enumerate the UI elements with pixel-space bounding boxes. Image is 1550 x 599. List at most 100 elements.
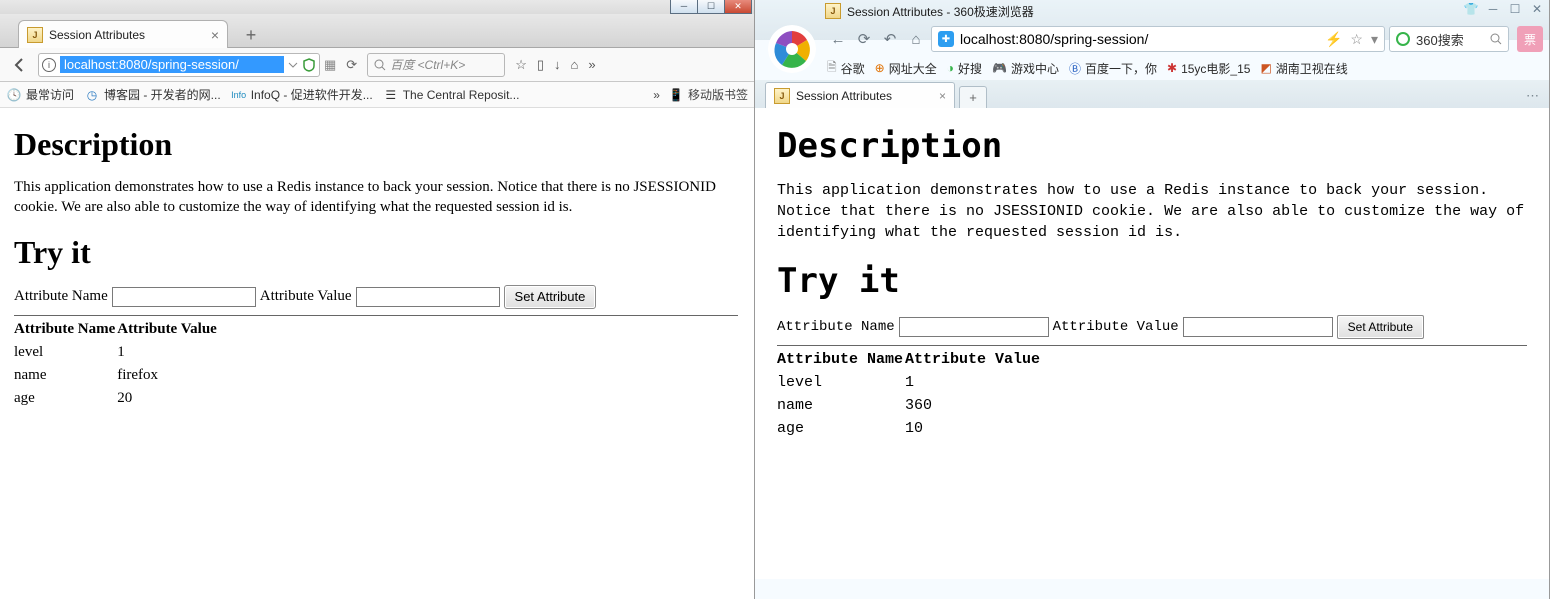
reload-button[interactable]: ⟳ [346,57,357,73]
search-placeholder: 百度 <Ctrl+K> [390,56,465,73]
skin-button[interactable]: 👕 [1463,2,1479,16]
reload-button[interactable]: ⟳ [853,28,875,50]
close-tab-icon[interactable]: × [939,89,946,103]
browser-tab[interactable]: J Session Attributes × [765,82,955,108]
home-button[interactable]: ⌂ [905,28,927,50]
bookmark-item[interactable]: ✱15yc电影_15 [1167,60,1250,77]
attribute-value-input[interactable] [1183,317,1333,337]
new-tab-button[interactable]: + [240,24,262,46]
firefox-toolbar: i localhost:8080/spring-session/ ▦ ⟳ 百度 … [0,48,754,82]
site-badge-icon: ✚ [938,31,954,47]
bookmark-label: 15yc电影_15 [1181,60,1250,77]
bookmark-item[interactable]: 🕓最常访问 [6,86,74,103]
col-name-header: Attribute Name [777,348,905,371]
attributes-table: Attribute Name Attribute Value level1 na… [777,348,1042,440]
bookmark-item[interactable]: 🗎谷歌 [827,58,865,79]
firefox-window: ─ ☐ ✕ J Session Attributes × + i localho… [0,0,755,599]
bookmark-label: 谷歌 [841,60,865,77]
cell-val: 10 [905,417,1042,440]
search-box[interactable]: 360搜索 [1389,26,1509,52]
attribute-value-label: Attribute Value [260,288,352,305]
shield-icon[interactable] [302,58,316,72]
bookmarks-overflow-icon[interactable]: » [653,88,660,102]
bookmark-item[interactable]: ◷博客园 - 开发者的网... [84,86,221,103]
extension-button[interactable]: 票 [1517,26,1543,52]
cell-key: level [777,371,905,394]
attribute-name-label: Attribute Name [14,288,108,305]
bookmark-item[interactable]: InfoInfoQ - 促进软件开发... [231,86,373,103]
set-attribute-button[interactable]: Set Attribute [504,285,597,309]
attribute-value-input[interactable] [356,287,500,307]
minimize-button[interactable]: ─ [1485,2,1501,16]
maximize-button[interactable]: ☐ [697,0,725,14]
bookmark-item[interactable]: ◩ 湖南卫视在线 [1260,60,1347,77]
bookmark-label: 湖南卫视在线 [1276,60,1348,77]
close-button[interactable]: ✕ [724,0,752,14]
browser-tab[interactable]: J Session Attributes × [18,20,228,48]
bookmark-label: 百度一下，你 [1085,60,1157,77]
favicon-icon: J [825,3,841,19]
dropdown-icon[interactable]: ▾ [1371,31,1378,48]
bookmark-item[interactable]: ☰The Central Reposit... [383,87,520,103]
mobile-icon: 📱 [668,87,684,103]
home-icon[interactable]: ⌂ [571,57,579,72]
star-icon[interactable]: ☆ [1350,31,1363,48]
close-button[interactable]: ✕ [1529,2,1545,16]
close-tab-icon[interactable]: × [211,27,219,43]
library-icon[interactable]: ▯ [537,57,544,73]
table-row: level1 [14,341,219,364]
search-engine-icon [1396,32,1410,46]
bookmark-item[interactable]: ◑好搜 [947,60,982,77]
cell-val: firefox [117,364,219,387]
firefox-titlebar: ─ ☐ ✕ [0,0,754,14]
address-bar[interactable]: ✚ localhost:8080/spring-session/ ⚡ ☆ ▾ [931,26,1385,52]
table-row: namefirefox [14,364,219,387]
description-heading: Description [777,126,1527,166]
back-button[interactable]: ← [827,28,849,50]
set-attribute-button[interactable]: Set Attribute [1337,315,1424,339]
undo-button[interactable]: ↶ [879,28,901,50]
minimize-button[interactable]: ─ [670,0,698,14]
address-bar[interactable]: i localhost:8080/spring-session/ [38,53,320,77]
bookmark-star-icon[interactable]: ☆ [515,57,527,73]
tv-icon: ◩ [1260,61,1271,75]
bookmark-label: 好搜 [958,60,982,77]
bookmark-label: 最常访问 [26,86,74,103]
try-it-heading: Try it [14,234,738,271]
search-box[interactable]: 百度 <Ctrl+K> [367,53,505,77]
form-row: Attribute Name Attribute Value Set Attri… [777,315,1527,339]
bookmark-item[interactable]: ⊕ 网址大全 [875,60,937,77]
tab-title: Session Attributes [49,28,145,42]
bookmark-item[interactable]: 🎮游戏中心 [992,60,1059,77]
globe-icon: ⊕ [875,61,885,75]
window-title: Session Attributes - 360极速浏览器 [847,3,1034,20]
browser-360-bookmarks-bar: 🗎谷歌 ⊕ 网址大全 ◑好搜 🎮游戏中心 Ⓑ百度一下，你 ✱15yc电影_15 ◩… [755,56,1549,80]
game-icon: 🎮 [992,61,1007,75]
tab-title: Session Attributes [796,89,892,103]
attribute-name-input[interactable] [899,317,1049,337]
bookmark-label: 网址大全 [889,60,937,77]
new-tab-button[interactable]: + [959,86,987,108]
firefox-tab-bar: J Session Attributes × + [0,14,754,48]
maximize-button[interactable]: ☐ [1507,2,1523,16]
bookmark-label: 博客园 - 开发者的网... [104,86,221,103]
bookmark-item[interactable]: 📱移动版书签 [668,86,748,103]
browser-360-titlebar: J Session Attributes - 360极速浏览器 👕 ─ ☐ ✕ [755,0,1549,22]
flash-icon[interactable]: ⚡ [1325,31,1342,48]
back-button[interactable] [6,51,34,79]
attribute-name-label: Attribute Name [777,319,895,335]
tab-overflow-icon[interactable]: ⋯ [1526,88,1539,104]
table-header-row: Attribute Name Attribute Value [777,348,1042,371]
cell-key: level [14,341,117,364]
table-header-row: Attribute Name Attribute Value [14,318,219,341]
col-value-header: Attribute Value [905,348,1042,371]
attribute-name-input[interactable] [112,287,256,307]
bookmark-item[interactable]: Ⓑ百度一下，你 [1069,60,1157,77]
site-info-icon[interactable]: i [42,58,56,72]
search-icon [374,59,386,71]
overflow-icon[interactable]: » [588,57,595,72]
qr-icon[interactable]: ▦ [324,57,336,73]
dropdown-icon[interactable] [288,60,298,70]
table-row: name360 [777,394,1042,417]
download-icon[interactable]: ↓ [554,57,561,72]
